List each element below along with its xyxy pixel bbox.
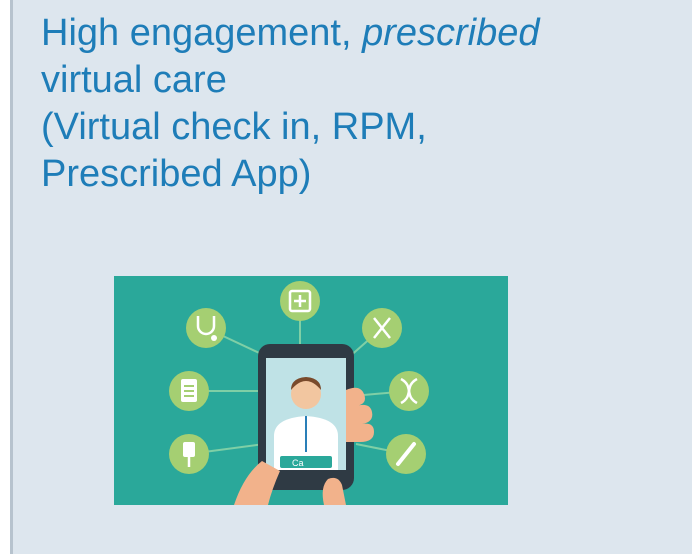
thermometer-icon <box>386 434 426 474</box>
scissors-icon <box>362 308 402 348</box>
heading-emphasis: prescribed <box>362 12 540 54</box>
call-button-label: Ca <box>292 458 304 468</box>
medical-kit-icon <box>280 281 320 321</box>
iv-bag-icon <box>169 434 209 474</box>
slide-heading: High engagement, prescribed virtual care… <box>41 10 681 198</box>
call-button <box>280 456 332 468</box>
dna-icon <box>389 371 429 411</box>
heading-line-4: Prescribed App) <box>41 153 312 195</box>
heading-line-2: virtual care <box>41 59 227 101</box>
heading-line-1-prefix: High engagement, <box>41 12 363 54</box>
clipboard-icon <box>169 371 209 411</box>
stethoscope-icon <box>186 308 226 348</box>
heading-line-3: (Virtual check in, RPM, <box>41 106 427 148</box>
telehealth-illustration: Ca <box>114 276 508 505</box>
heading-line-1: High engagement, prescribed <box>41 10 681 57</box>
